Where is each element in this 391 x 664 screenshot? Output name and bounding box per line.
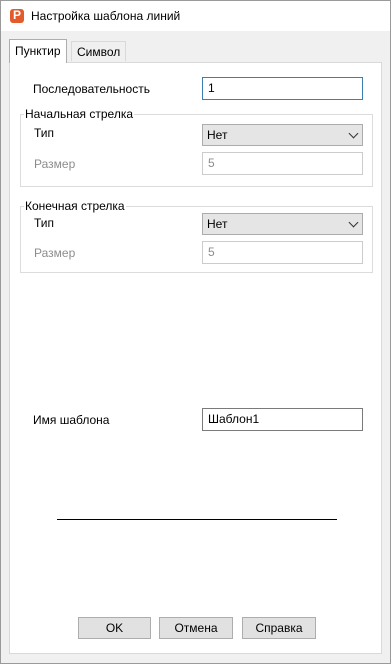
line-preview bbox=[57, 519, 337, 520]
end-arrow-type-select[interactable]: Нет bbox=[202, 213, 363, 235]
start-arrow-size-label: Размер bbox=[34, 157, 76, 171]
window-title: Настройка шаблона линий bbox=[31, 9, 181, 23]
chevron-down-icon bbox=[348, 217, 359, 228]
end-arrow-size-label: Размер bbox=[34, 246, 76, 260]
template-name-input[interactable]: Шаблон1 bbox=[202, 408, 363, 431]
app-icon: P bbox=[10, 8, 24, 23]
tab-dash[interactable]: Пунктир bbox=[9, 39, 67, 63]
dialog-window: P Настройка шаблона линий Пунктир Символ… bbox=[0, 0, 391, 664]
tab-panel: Последовательность 1 Начальная стрелка Т… bbox=[9, 62, 382, 654]
start-arrow-size-input: 5 bbox=[202, 152, 363, 175]
chevron-down-icon bbox=[348, 128, 359, 139]
start-arrow-type-label: Тип bbox=[34, 126, 55, 140]
start-arrow-type-value: Нет bbox=[207, 128, 228, 142]
title-bar[interactable]: P Настройка шаблона линий bbox=[1, 1, 390, 31]
help-button[interactable]: Справка bbox=[242, 617, 316, 639]
start-arrow-type-select[interactable]: Нет bbox=[202, 124, 363, 146]
end-arrow-size-input: 5 bbox=[202, 241, 363, 264]
start-arrow-group: Начальная стрелка Тип Нет Размер 5 bbox=[20, 107, 373, 187]
ok-button[interactable]: OK bbox=[78, 617, 151, 639]
end-arrow-type-value: Нет bbox=[207, 217, 228, 231]
end-arrow-group: Конечная стрелка Тип Нет Размер 5 bbox=[20, 199, 373, 273]
sequence-label: Последовательность bbox=[33, 82, 150, 96]
start-arrow-title: Начальная стрелка bbox=[24, 107, 135, 121]
sequence-input[interactable]: 1 bbox=[202, 77, 363, 100]
tab-symbol[interactable]: Символ bbox=[71, 41, 127, 61]
end-arrow-type-label: Тип bbox=[34, 216, 55, 230]
template-name-label: Имя шаблона bbox=[33, 413, 110, 427]
end-arrow-title: Конечная стрелка bbox=[24, 199, 126, 213]
cancel-button[interactable]: Отмена bbox=[159, 617, 233, 639]
